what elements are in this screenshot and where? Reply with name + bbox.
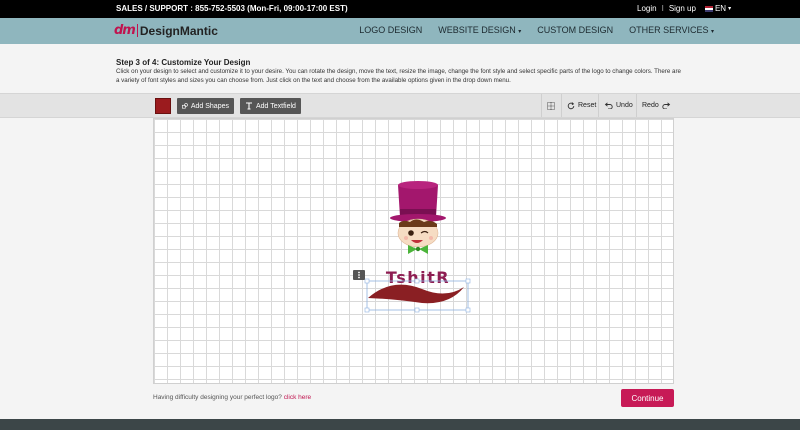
top-hat-icon[interactable]: [390, 181, 446, 222]
editor-toolbar: Add Shapes Add Textfield Reset Undo Redo: [0, 93, 800, 118]
step-description: Click on your design to select and custo…: [116, 68, 681, 84]
shapes-icon: [182, 103, 188, 109]
reset-label: Reset: [578, 102, 597, 109]
help-link[interactable]: click here: [284, 394, 311, 401]
nav-custom-design[interactable]: CUSTOM DESIGN: [537, 25, 613, 35]
nav-links: LOGO DESIGN WEBSITE DESIGN ▾ CUSTOM DESI…: [359, 25, 714, 35]
swoosh-shape[interactable]: [368, 284, 464, 304]
login-link[interactable]: Login: [637, 4, 657, 13]
designmantic-logo[interactable]: dm DesignMantic: [114, 23, 218, 38]
design-canvas[interactable]: TshitR: [153, 118, 674, 384]
logo-design[interactable]: TshitR: [154, 119, 675, 385]
language-selector[interactable]: EN ▾: [701, 4, 731, 13]
add-textfield-label: Add Textfield: [256, 102, 296, 110]
grid-icon: [547, 101, 555, 110]
logo-divider: [136, 24, 138, 37]
help-text: Having difficulty designing your perfect…: [153, 394, 312, 401]
reset-icon: [567, 101, 575, 109]
nav-website-design[interactable]: WEBSITE DESIGN ▾: [438, 25, 521, 35]
text-icon: [246, 102, 252, 110]
logo-name: DesignMantic: [139, 23, 218, 38]
language-label: EN: [714, 4, 727, 13]
redo-label: Redo: [642, 102, 659, 109]
design-text[interactable]: TshitR: [386, 268, 450, 287]
auth-separator: I: [661, 4, 664, 13]
chevron-down-icon: ▾: [518, 29, 522, 35]
color-picker-swatch[interactable]: [155, 98, 171, 114]
grid-toggle-button[interactable]: [541, 94, 561, 117]
undo-icon: [604, 102, 613, 109]
sales-support-text: SALES / SUPPORT : 855-752-5503 (Mon-Fri,…: [116, 4, 348, 13]
nav-logo-design[interactable]: LOGO DESIGN: [359, 25, 422, 35]
continue-button[interactable]: Continue: [621, 389, 674, 407]
undo-label: Undo: [616, 102, 633, 109]
chevron-down-icon: ▾: [728, 6, 732, 12]
reset-button[interactable]: Reset: [561, 94, 598, 117]
undo-button[interactable]: Undo: [598, 94, 636, 117]
auth-links: Login I Sign up EN ▾: [637, 4, 731, 13]
nav-other-services[interactable]: OTHER SERVICES ▾: [629, 25, 714, 35]
footer: [0, 419, 800, 430]
us-flag-icon: [704, 5, 713, 12]
redo-icon: [662, 102, 670, 109]
more-options-icon[interactable]: [353, 270, 365, 280]
redo-button[interactable]: Redo: [636, 94, 676, 117]
step-title: Step 3 of 4: Customize Your Design: [116, 58, 251, 67]
add-shapes-label: Add Shapes: [190, 102, 229, 110]
add-textfield-button[interactable]: Add Textfield: [240, 98, 301, 114]
signup-link[interactable]: Sign up: [669, 4, 696, 13]
main-navbar: dm DesignMantic LOGO DESIGN WEBSITE DESI…: [0, 18, 800, 44]
top-bar: SALES / SUPPORT : 855-752-5503 (Mon-Fri,…: [0, 0, 800, 18]
add-shapes-button[interactable]: Add Shapes: [177, 98, 234, 114]
logo-mark: dm: [114, 23, 136, 38]
boy-face-icon[interactable]: [397, 218, 439, 248]
chevron-down-icon: ▾: [710, 29, 714, 35]
